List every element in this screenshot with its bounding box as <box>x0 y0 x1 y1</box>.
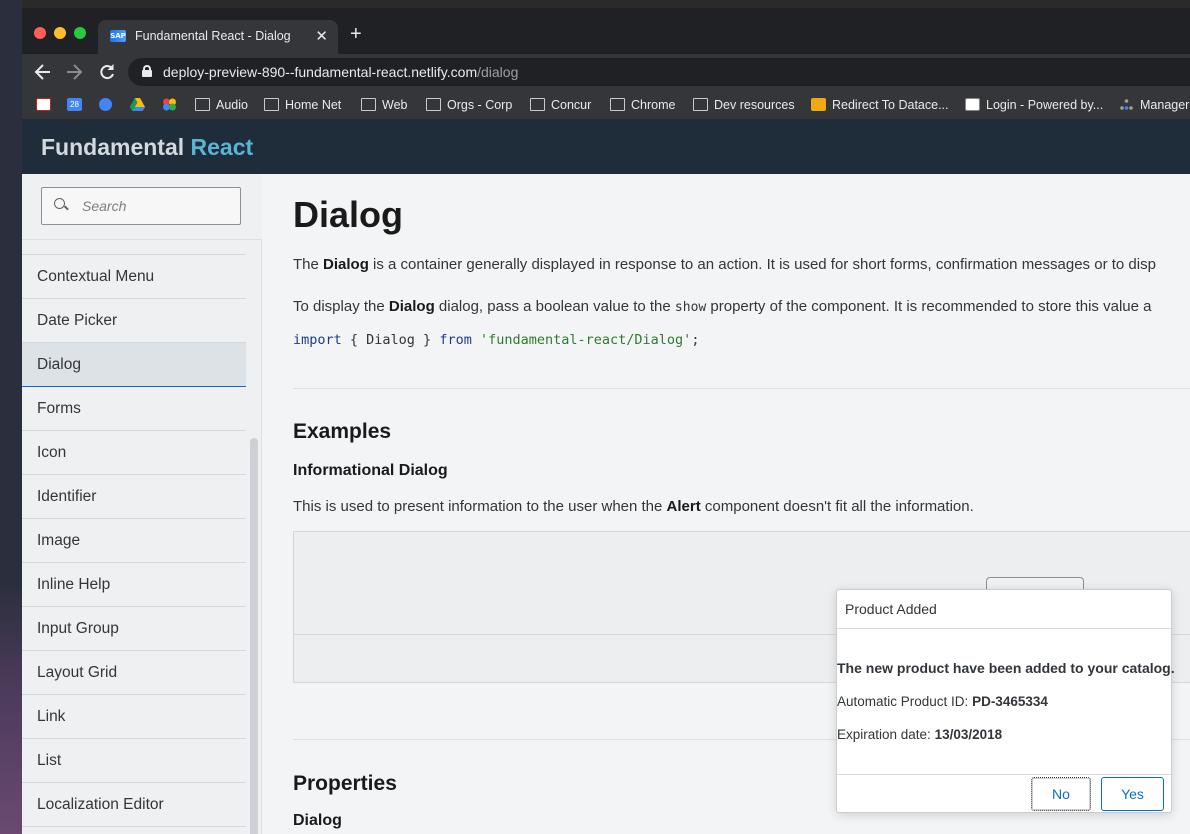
tab-title: Fundamental React - Dialog <box>135 29 291 43</box>
bookmark-drive[interactable] <box>130 97 151 115</box>
bookmark-folder-concur[interactable]: Concur <box>530 97 591 115</box>
folder-icon <box>693 98 708 112</box>
back-arrow-icon[interactable] <box>34 60 52 90</box>
product-added-dialog: Product Added The new product have been … <box>836 589 1175 813</box>
bookmark-folder-web[interactable]: Web <box>361 97 407 115</box>
sidebar-item-partial[interactable] <box>22 240 246 255</box>
gmail-icon <box>36 98 51 112</box>
no-button[interactable]: No <box>1031 777 1091 811</box>
bookmark-folder-home-net[interactable]: Home Net <box>264 97 341 115</box>
sidebar-scrollbar[interactable] <box>250 438 258 834</box>
import-code: import { Dialog } from 'fundamental-reac… <box>293 332 700 348</box>
search-icon <box>54 198 68 212</box>
bookmark-folder-orgs-corp[interactable]: Orgs - Corp <box>426 97 512 115</box>
sidebar-item-inline-help[interactable]: Inline Help <box>22 563 246 607</box>
drive-icon <box>130 98 145 112</box>
site-icon <box>965 98 980 112</box>
url-text: deploy-preview-890--fundamental-react.ne… <box>163 64 519 80</box>
bookmark-manager[interactable]: Manager <box>1119 97 1189 115</box>
site-icon <box>1119 98 1134 111</box>
forward-arrow-icon[interactable] <box>65 60 83 90</box>
bookmarks-bar: 28 Audio Home Net Web Orgs - Corp Concur… <box>22 90 1190 120</box>
properties-heading: Properties <box>293 772 397 795</box>
sidebar-item-date-picker[interactable]: Date Picker <box>22 299 246 343</box>
minimize-window-button[interactable] <box>54 27 66 39</box>
tab-close-icon[interactable]: ✕ <box>315 27 328 45</box>
folder-icon <box>426 98 441 112</box>
sidebar-item-forms[interactable]: Forms <box>22 387 246 431</box>
dialog-product-id: Automatic Product ID: PD-3465334 <box>837 694 1048 709</box>
yes-button[interactable]: Yes <box>1101 777 1164 811</box>
sidebar-item-localization-editor[interactable]: Localization Editor <box>22 783 246 827</box>
bookmark-folder-dev-resources[interactable]: Dev resources <box>693 97 795 115</box>
sidebar: Contextual Menu Date Picker Dialog Forms… <box>22 174 262 834</box>
photos-icon <box>162 98 177 111</box>
browser-toolbar: deploy-preview-890--fundamental-react.ne… <box>22 54 1190 90</box>
desktop-background-top <box>22 0 1190 8</box>
sidebar-item-image[interactable]: Image <box>22 519 246 563</box>
bookmark-gmail[interactable] <box>36 97 57 115</box>
bookmark-contacts[interactable] <box>99 97 118 115</box>
sidebar-item-layout-grid[interactable]: Layout Grid <box>22 651 246 695</box>
site-icon <box>811 98 826 112</box>
dialog-expiration-date: Expiration date: 13/03/2018 <box>837 727 1003 742</box>
tab-strip: SAP Fundamental React - Dialog ✕ + <box>22 8 1190 54</box>
dialog-message: The new product have been added to your … <box>837 660 1175 676</box>
reload-icon[interactable] <box>98 60 116 90</box>
example-description: This is used to present information to t… <box>293 498 974 515</box>
bookmark-folder-chrome[interactable]: Chrome <box>610 97 675 115</box>
sidebar-nav: Contextual Menu Date Picker Dialog Forms… <box>22 240 246 827</box>
example-title: Informational Dialog <box>293 462 448 479</box>
sidebar-item-identifier[interactable]: Identifier <box>22 475 246 519</box>
sidebar-item-dialog[interactable]: Dialog <box>22 343 246 387</box>
bookmark-folder-audio[interactable]: Audio <box>195 97 248 115</box>
page-title: Dialog <box>293 194 404 235</box>
folder-icon <box>361 98 376 112</box>
sidebar-search-area <box>22 174 262 240</box>
lock-icon <box>142 65 152 77</box>
divider <box>293 388 1190 389</box>
dialog-footer: No Yes <box>837 774 1171 812</box>
usage-paragraph: To display the Dialog dialog, pass a boo… <box>293 298 1152 315</box>
bookmark-login[interactable]: Login - Powered by... <box>965 97 1103 115</box>
search-input[interactable] <box>82 196 232 216</box>
folder-icon <box>610 98 625 112</box>
new-tab-button[interactable]: + <box>350 24 362 44</box>
bookmark-redirect[interactable]: Redirect To Datace... <box>811 97 949 115</box>
sidebar-item-list[interactable]: List <box>22 739 246 783</box>
folder-icon <box>195 98 210 112</box>
examples-heading: Examples <box>293 420 392 443</box>
calendar-icon: 28 <box>67 98 82 112</box>
sidebar-item-input-group[interactable]: Input Group <box>22 607 246 651</box>
dialog-title: Product Added <box>845 601 937 617</box>
sidebar-item-contextual-menu[interactable]: Contextual Menu <box>22 255 246 299</box>
close-window-button[interactable] <box>34 27 46 39</box>
desktop-background <box>0 0 22 834</box>
folder-icon <box>530 98 545 112</box>
sidebar-item-icon[interactable]: Icon <box>22 431 246 475</box>
site-logo[interactable]: Fundamental React <box>41 134 253 161</box>
intro-paragraph: The Dialog is a container generally disp… <box>293 256 1156 273</box>
search-field[interactable] <box>41 187 241 225</box>
folder-icon <box>264 98 279 112</box>
sap-favicon-icon: SAP <box>110 30 126 42</box>
address-bar[interactable]: deploy-preview-890--fundamental-react.ne… <box>128 58 1190 86</box>
bookmark-photos[interactable] <box>162 97 183 115</box>
bookmark-calendar[interactable]: 28 <box>67 97 88 115</box>
site-header: Fundamental React <box>22 120 1190 174</box>
properties-subheading: Dialog <box>293 812 342 829</box>
dialog-header: Product Added <box>837 590 1171 629</box>
sidebar-item-link[interactable]: Link <box>22 695 246 739</box>
contacts-icon <box>99 98 112 112</box>
tab-active[interactable]: SAP Fundamental React - Dialog ✕ <box>98 20 338 54</box>
maximize-window-button[interactable] <box>74 27 86 39</box>
